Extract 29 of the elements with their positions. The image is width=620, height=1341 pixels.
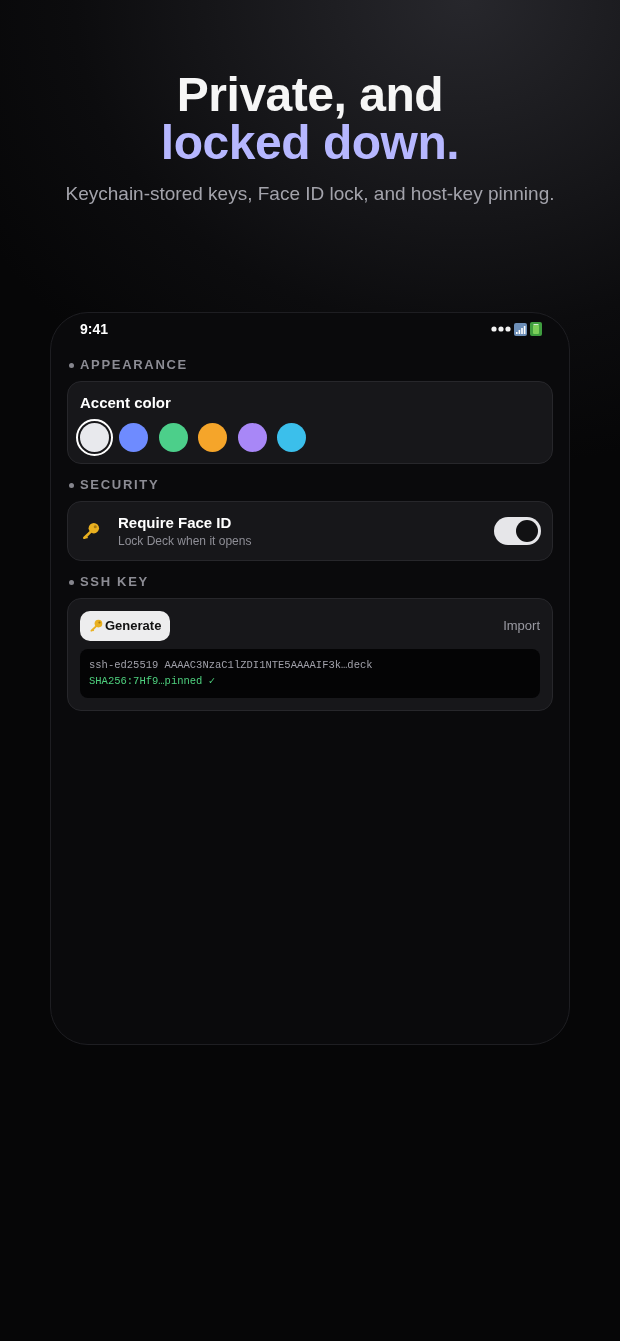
setting-description: Lock Deck when it opens bbox=[118, 532, 253, 549]
color-swatch[interactable] bbox=[119, 422, 149, 452]
fingerprint-text: SHA256:7Hf9…pinned ✓ bbox=[89, 674, 217, 689]
color-swatch[interactable] bbox=[198, 422, 228, 452]
color-swatch[interactable] bbox=[158, 422, 188, 452]
toggle-switch[interactable] bbox=[494, 517, 541, 545]
bullet-icon bbox=[69, 579, 74, 585]
color-swatch[interactable] bbox=[276, 422, 306, 452]
setting-title: Accent color bbox=[80, 393, 172, 413]
color-swatch[interactable] bbox=[237, 422, 267, 452]
headline-text: Private, and bbox=[176, 71, 444, 119]
battery-icon bbox=[530, 322, 542, 336]
more-dots-icon bbox=[491, 326, 511, 332]
status-time: 9:41 bbox=[80, 319, 109, 339]
generate-button[interactable]: Generate bbox=[80, 611, 171, 641]
subtitle-text: Keychain-stored keys, Face ID lock, and host-key pinning. bbox=[65, 183, 555, 205]
key-icon bbox=[89, 619, 103, 633]
signal-bars-icon bbox=[514, 322, 527, 336]
section-label: SSH KEY bbox=[80, 573, 149, 592]
key-icon bbox=[80, 521, 100, 541]
bullet-icon bbox=[69, 482, 74, 488]
section-label: SECURITY bbox=[80, 476, 160, 495]
section-label: APPEARANCE bbox=[80, 356, 188, 375]
color-swatch[interactable] bbox=[76, 418, 113, 456]
setting-title: Require Face ID bbox=[118, 513, 233, 532]
headline-text: locked down. bbox=[160, 119, 460, 167]
public-key-text: ssh-ed25519 AAAAC3NzaC1lZDI1NTE5AAAAIF3k…deck bbox=[89, 658, 374, 673]
bullet-icon bbox=[69, 362, 74, 368]
import-link[interactable]: Import bbox=[503, 616, 540, 636]
